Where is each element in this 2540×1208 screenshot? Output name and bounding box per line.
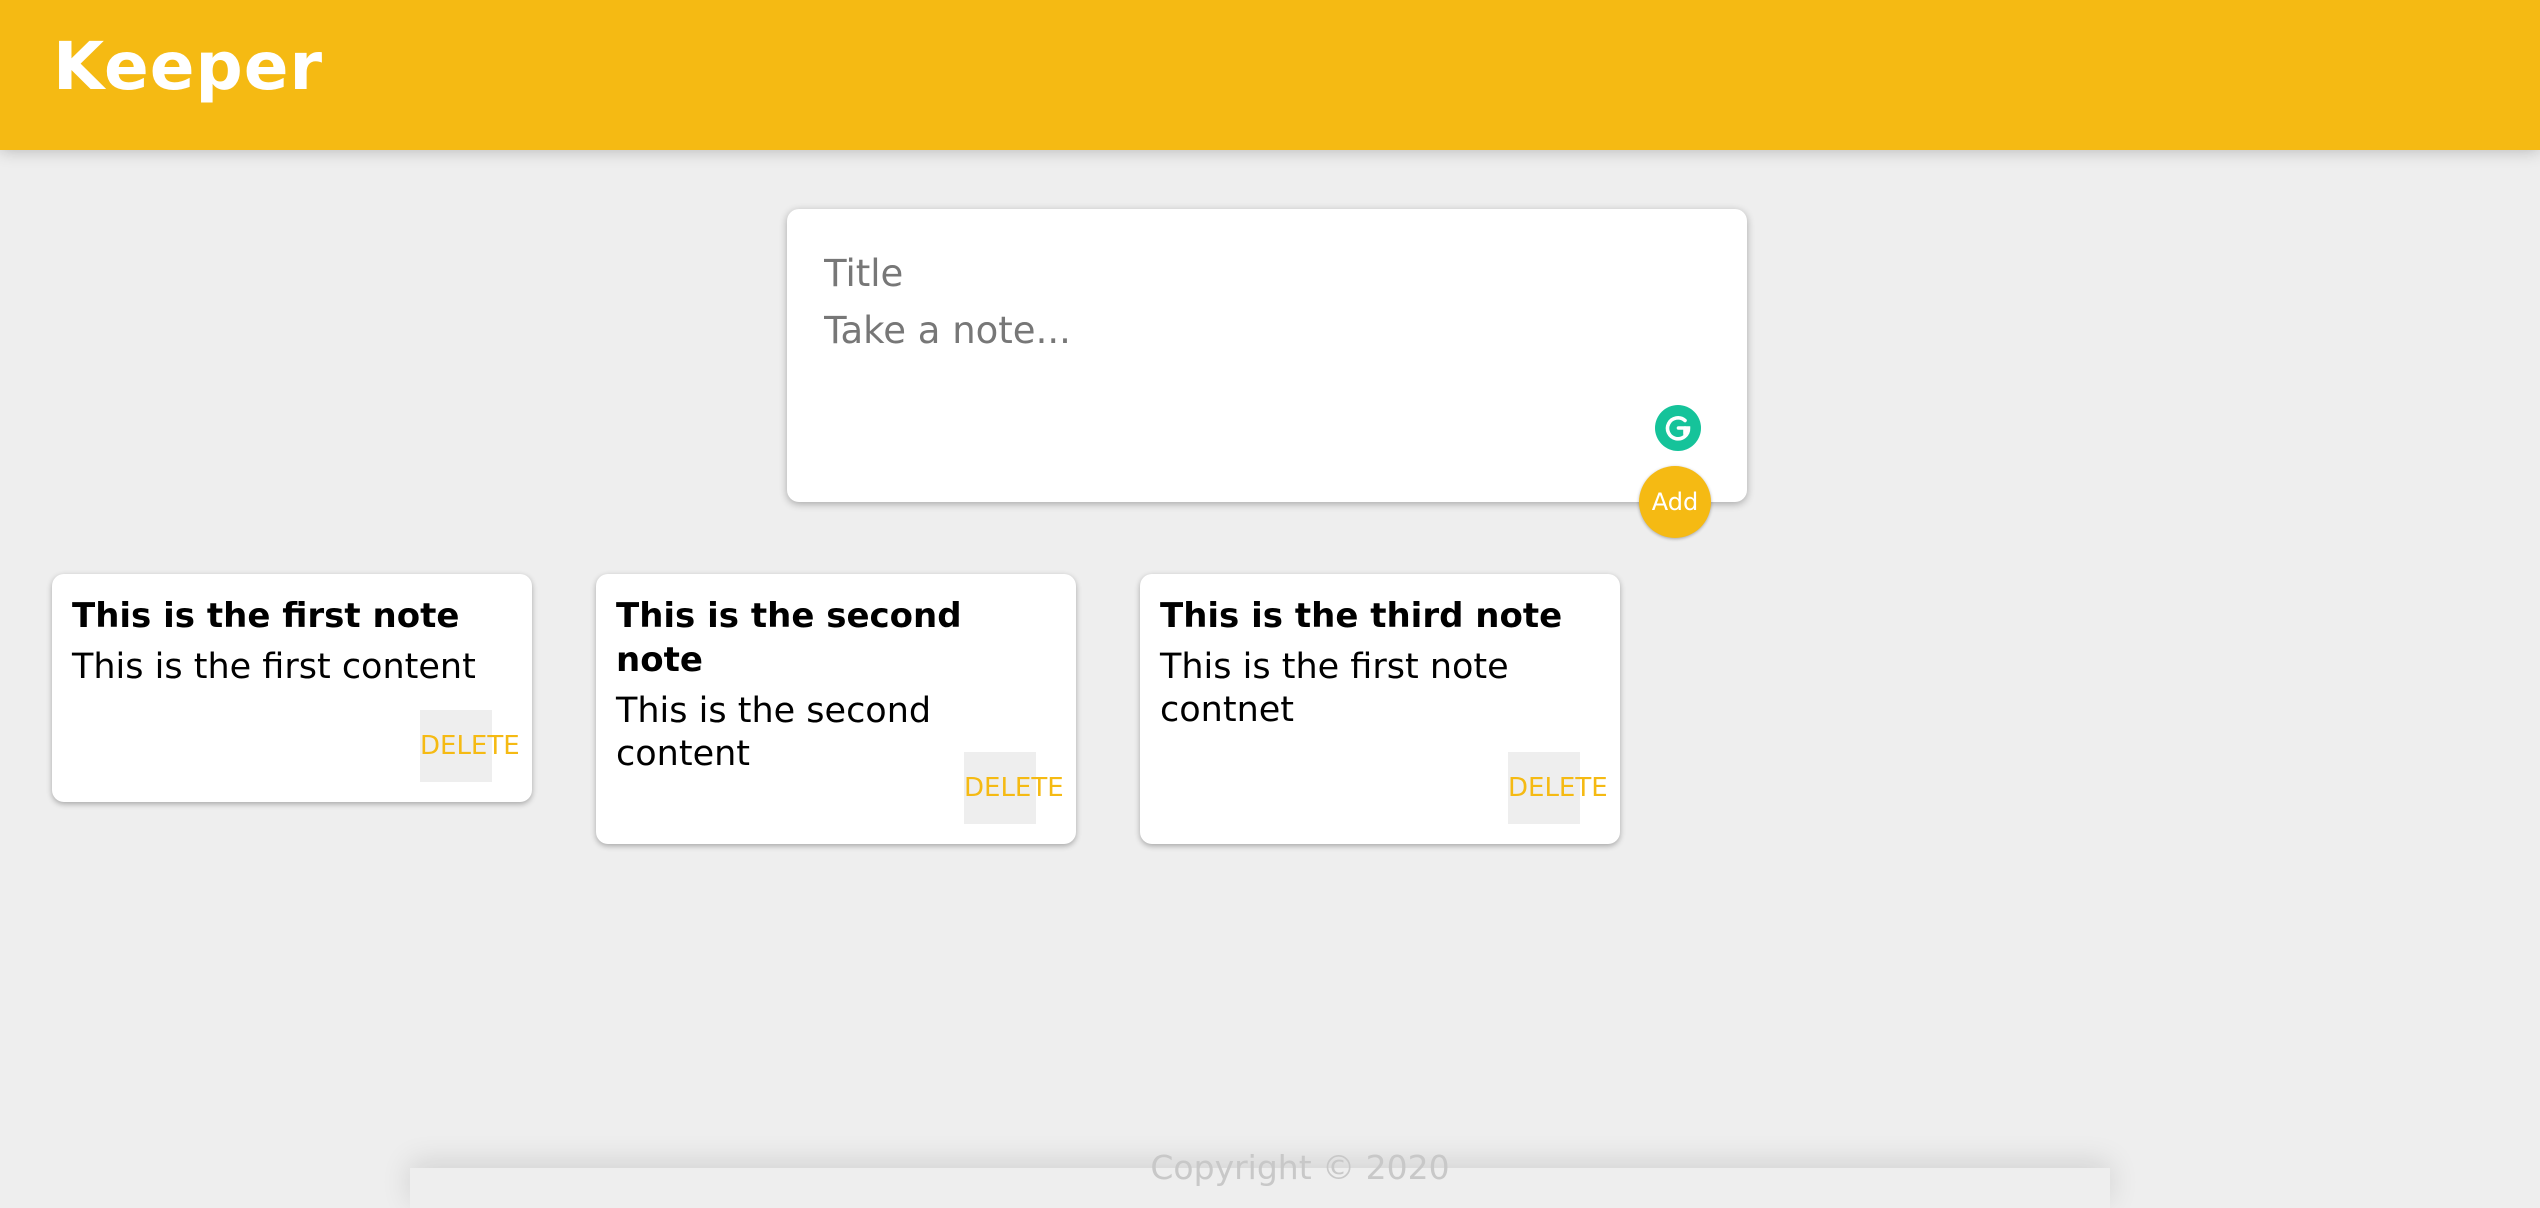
note-content-input[interactable] [824,309,1704,449]
note-card: This is the second note This is the seco… [596,574,1076,844]
note-card: This is the third note This is the first… [1140,574,1620,844]
note-title-input[interactable] [824,248,1704,298]
note-card: This is the first note This is the first… [52,574,532,802]
delete-note-button[interactable]: DELETE [420,710,520,782]
grammarly-icon[interactable] [1655,405,1701,451]
create-note-form [787,209,1747,502]
note-title: This is the third note [1160,596,1563,636]
note-title: This is the second note [616,596,962,681]
app-title: Keeper [53,28,324,105]
note-content: This is the first content [72,647,476,688]
copyright-text: Copyright © 2020 [1150,1148,1450,1187]
add-note-button[interactable]: Add [1639,466,1711,538]
delete-note-button[interactable]: DELETE [1508,752,1608,824]
delete-note-button[interactable]: DELETE [964,752,1064,824]
note-content: This is the first note contnet [1160,647,1509,730]
app-header: Keeper [0,0,2540,150]
note-title: This is the first note [72,596,460,636]
